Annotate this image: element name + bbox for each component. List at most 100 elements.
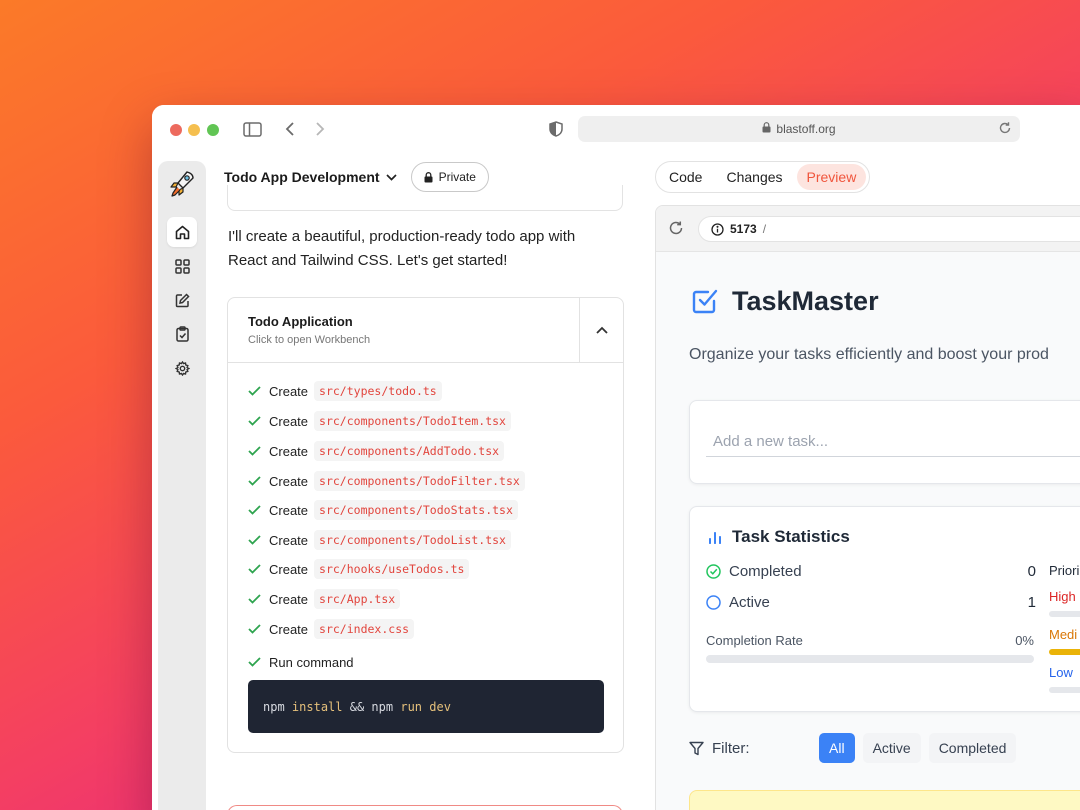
nav-tasks-button[interactable] [167,319,197,349]
action-step: Create src/components/AddTodo.tsx [248,440,505,462]
zoom-window-button[interactable] [207,124,219,136]
action-step: Create src/components/TodoList.tsx [248,529,511,551]
app-subtitle: Organize your tasks efficiently and boos… [689,346,1049,363]
tab-changes[interactable]: Changes [716,164,792,190]
file-path: src/components/TodoStats.tsx [314,500,518,520]
add-task-card [689,400,1080,484]
minimize-window-button[interactable] [188,124,200,136]
stat-value: 1 [1027,594,1036,611]
rocket-logo-icon[interactable] [168,169,196,204]
private-label: Private [438,170,476,184]
browser-titlebar: blastoff.org [152,105,1080,153]
step-action: Create [269,561,309,577]
stat-label: Active [729,594,770,611]
file-path: src/index.css [314,619,415,639]
chevron-up-icon [595,326,608,334]
lock-icon [424,171,433,183]
check-icon [248,535,262,545]
step-action: Create [269,532,309,548]
message-line: I'll create a beautiful, production-read… [228,228,576,245]
preview-url-field[interactable]: 5173 / [698,216,1080,242]
artifact-subtitle: Click to open Workbench [248,334,371,346]
browser-window: blastoff.org Todo App Development Privat… [152,105,1080,810]
sidebar-toggle-icon[interactable] [240,117,264,141]
preview-panel: 5173 / TaskMaster Organize your tasks ef… [655,205,1080,810]
nav-home-button[interactable] [167,217,197,247]
nav-settings-button[interactable] [167,353,197,383]
forward-arrow-icon[interactable] [310,117,330,141]
priority-medium-bar [1049,649,1080,655]
priority-title: Priori [1049,563,1080,578]
artifact-card: Todo Application Click to open Workbench… [227,297,624,753]
circle-check-icon [706,564,722,579]
chat-input[interactable] [227,805,623,810]
completion-rate: Completion Rate 0% [706,633,1034,648]
rate-label: Completion Rate [706,633,803,648]
check-icon [248,657,262,667]
stat-label: Completed [729,563,802,580]
run-command-step: Run command [248,651,354,673]
stat-completed: Completed 0 [706,563,1036,580]
gear-icon [174,360,190,376]
check-icon [248,386,262,396]
priority-high-bar [1049,611,1080,617]
filter-label-group: Filter: [689,740,819,757]
filter-all-button[interactable]: All [819,733,855,763]
nav-edit-button[interactable] [167,285,197,315]
command-token: install [291,699,343,714]
rate-value: 0% [1015,633,1034,648]
command-block: npm install && npm run dev [248,680,604,733]
close-window-button[interactable] [170,124,182,136]
collapse-button[interactable] [579,298,623,362]
grid-icon [174,258,190,274]
action-step: Create src/components/TodoItem.tsx [248,410,511,432]
previous-message-card [227,185,623,211]
file-path: src/components/TodoList.tsx [314,530,511,550]
home-icon [175,225,190,240]
statistics-card: Task Statistics Completed 0 Active 1 Com… [689,506,1080,712]
filter-label: Filter: [712,739,750,757]
command-token: run [400,699,423,714]
file-path: src/App.tsx [314,589,401,609]
step-action: Create [269,443,309,459]
tab-preview[interactable]: Preview [796,164,867,190]
step-action: Create [269,621,309,637]
stats-title: Task Statistics [732,527,850,546]
check-icon [248,446,262,456]
reload-icon[interactable] [998,121,1012,138]
command-token: npm [263,699,285,714]
check-icon [248,564,262,574]
command-token: && [349,699,365,714]
file-path: src/components/TodoFilter.tsx [314,471,525,491]
filter-active-button[interactable]: Active [862,733,921,763]
artifact-title: Todo Application [248,314,353,329]
file-path: src/components/AddTodo.tsx [314,441,505,461]
action-step: Create src/index.css [248,618,415,640]
chevron-down-icon[interactable] [385,173,397,181]
lock-icon [762,122,771,136]
bar-chart-icon [708,529,722,550]
file-path: src/types/todo.ts [314,381,442,401]
stat-value: 0 [1027,563,1036,580]
file-path: src/components/TodoItem.tsx [314,411,511,431]
action-step: Create src/components/TodoFilter.tsx [248,470,525,492]
nav-grid-button[interactable] [167,251,197,281]
tab-code[interactable]: Code [659,164,712,190]
add-task-input[interactable] [706,427,1080,457]
file-path: src/hooks/useTodos.ts [314,559,470,579]
shield-icon[interactable] [546,117,566,141]
message-line: React and Tailwind CSS. Let's get starte… [228,252,508,269]
artifact-header[interactable]: Todo Application Click to open Workbench [228,298,623,363]
preview-port: 5173 [730,222,757,236]
filter-bar: Filter: All Active Completed [689,732,1024,764]
project-title[interactable]: Todo App Development [224,169,380,185]
back-arrow-icon[interactable] [280,117,300,141]
filter-completed-button[interactable]: Completed [928,733,1017,763]
run-command-label: Run command [269,654,354,670]
info-icon [711,222,724,236]
reload-icon[interactable] [668,220,684,241]
todo-item[interactable] [689,790,1080,810]
action-step: Create src/types/todo.ts [248,380,442,402]
address-bar[interactable]: blastoff.org [578,116,1020,142]
priority-low-bar [1049,687,1080,693]
